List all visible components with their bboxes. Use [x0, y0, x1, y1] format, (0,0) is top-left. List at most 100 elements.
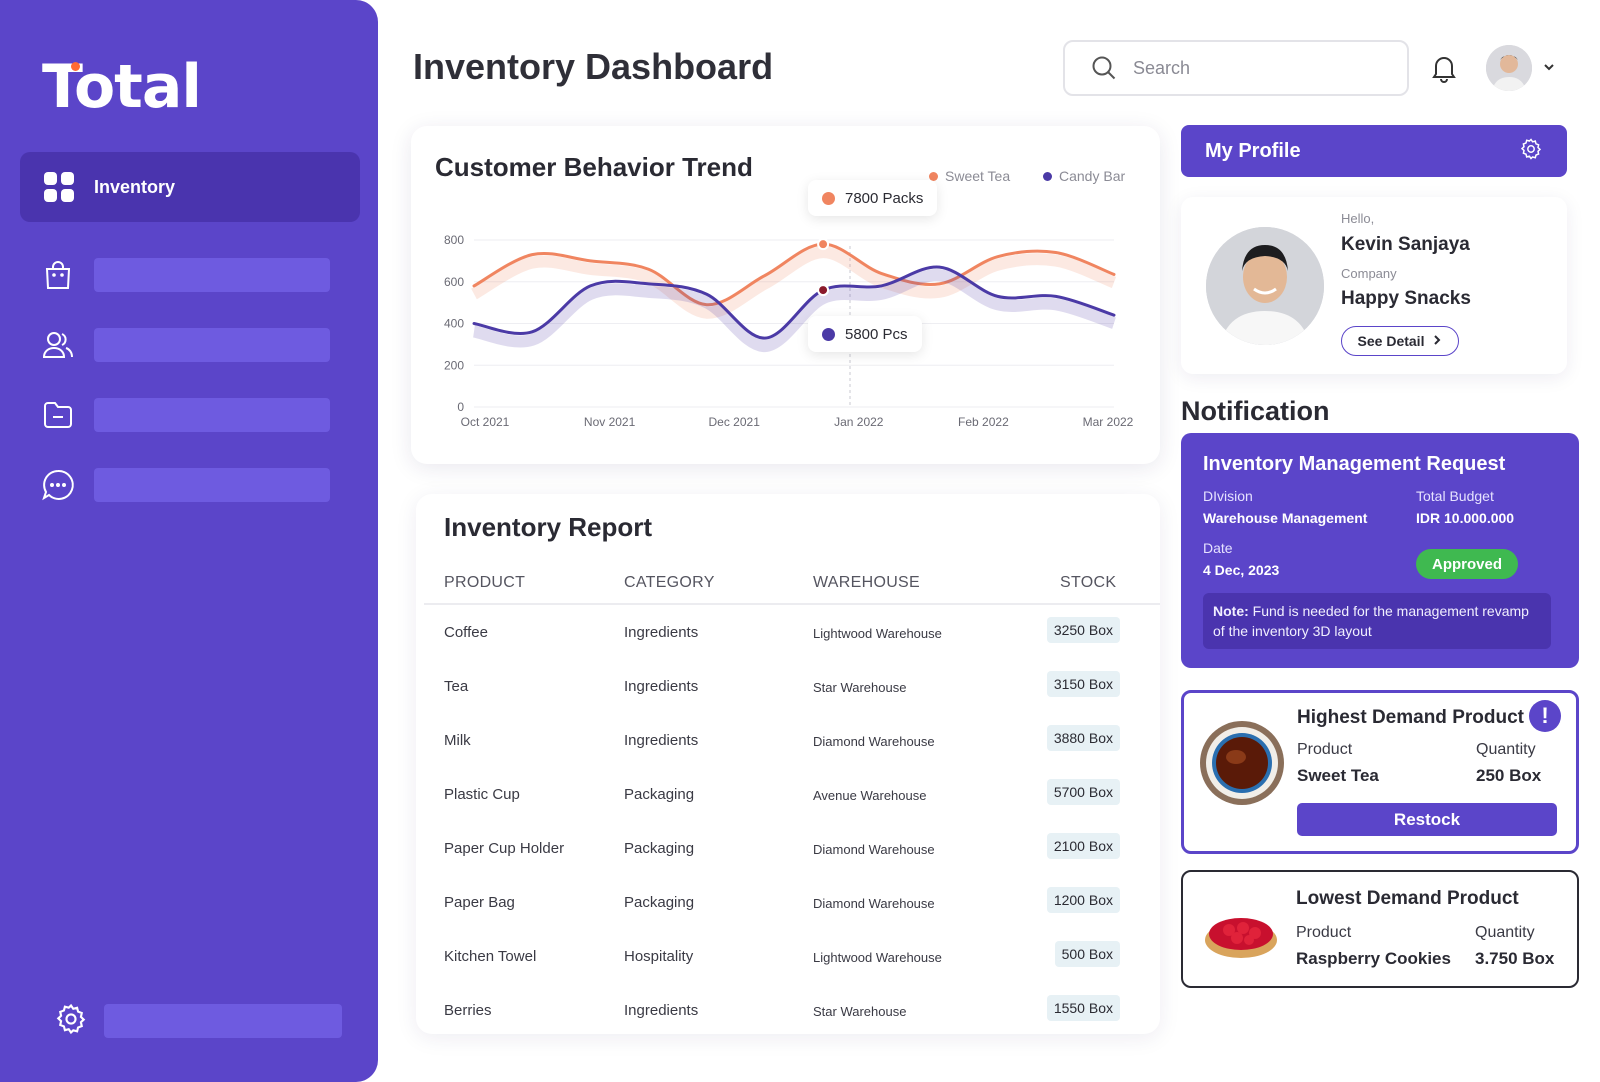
stock-badge: 1550 Box — [1046, 995, 1120, 1021]
table-row[interactable]: Milk Ingredients Diamond Warehouse 3880 Box — [416, 714, 1160, 768]
tooltip-candy-bar: 5800 Pcs — [808, 316, 922, 352]
see-detail-label: See Detail — [1357, 333, 1425, 349]
sidebar-item-folder[interactable] — [40, 395, 332, 435]
hello-label: Hello, — [1341, 211, 1375, 226]
product-label: Product — [1297, 741, 1353, 758]
column-header-category[interactable]: CATEGORY — [624, 574, 715, 592]
sidebar-item-placeholder — [104, 1004, 342, 1038]
product-value: Sweet Tea — [1297, 766, 1379, 785]
division-value: Warehouse Management — [1203, 510, 1368, 526]
tooltip-dot — [822, 327, 835, 341]
product-label: Product — [1296, 924, 1352, 941]
bell-icon[interactable] — [1430, 53, 1458, 83]
highest-demand-card: Highest Demand Product ! Product Sweet T… — [1181, 690, 1579, 854]
gear-icon — [54, 1002, 88, 1041]
date-label: Date — [1203, 540, 1233, 556]
my-profile-header: My Profile — [1181, 125, 1567, 177]
series-glow — [472, 269, 1116, 353]
search-box[interactable] — [1063, 40, 1409, 96]
sidebar-item-settings[interactable] — [54, 1001, 354, 1041]
y-tick-label: 800 — [444, 233, 464, 247]
tooltip-text: 7800 Packs — [845, 189, 924, 207]
category-cell: Packaging — [624, 894, 695, 911]
sweet-tea-image — [1200, 721, 1284, 805]
warehouse-cell: Star Warehouse — [813, 680, 907, 695]
line-chart: 800 600 400 200 0Oct 2021 Nov 2021 Dec 2021 Jan… — [444, 233, 1134, 429]
gear-icon[interactable] — [1519, 137, 1543, 166]
profile-photo — [1206, 227, 1324, 345]
shopping-bag-icon — [40, 257, 76, 293]
raspberry-cookies-image — [1199, 888, 1283, 972]
category-cell: Hospitality — [624, 948, 694, 965]
category-cell: Packaging — [624, 840, 695, 857]
request-note: Note: Fund is needed for the management … — [1203, 593, 1551, 649]
table-row[interactable]: Coffee Ingredients Lightwood Warehouse 3250… — [416, 606, 1160, 660]
sidebar-item-placeholder — [94, 398, 330, 432]
chevron-down-icon[interactable] — [1542, 60, 1556, 74]
y-tick-label: 400 — [444, 317, 464, 331]
date-value: 4 Dec, 2023 — [1203, 562, 1280, 578]
tooltip-text: 5800 Pcs — [845, 325, 908, 343]
company-name: Happy Snacks — [1341, 288, 1471, 309]
table-row[interactable]: Plastic Cup Packaging Avenue Warehouse 5700… — [416, 768, 1160, 822]
x-tick-label: Mar 2022 — [1083, 415, 1134, 429]
table-row[interactable]: Tea Ingredients Star Warehouse 3150 Box — [416, 660, 1160, 714]
budget-label: Total Budget — [1416, 488, 1494, 504]
table-row[interactable]: Paper Cup Holder Packaging Diamond Warehou… — [416, 822, 1160, 876]
y-tick-label: 600 — [444, 275, 464, 289]
chevron-right-icon — [1432, 333, 1442, 349]
quantity-label: Quantity — [1475, 924, 1535, 941]
inventory-request-card[interactable]: Inventory Management Request DIvision Wa… — [1181, 433, 1579, 668]
column-header-warehouse[interactable]: WAREHOUSE — [813, 574, 920, 592]
company-label: Company — [1341, 266, 1397, 281]
sidebar-item-users[interactable] — [40, 325, 332, 365]
lowest-demand-card: Lowest Demand Product Product Raspberry … — [1181, 870, 1579, 988]
quantity-value: 3.750 Box — [1475, 949, 1555, 968]
table-row[interactable]: Berries Ingredients Star Warehouse 1550 Box — [416, 984, 1160, 1038]
search-icon — [1091, 55, 1117, 81]
request-title: Inventory Management Request — [1203, 453, 1506, 475]
column-header-product[interactable]: PRODUCT — [444, 574, 525, 592]
restock-button[interactable]: Restock — [1297, 803, 1557, 836]
tooltip-dot — [822, 191, 835, 205]
quantity-value: 250 Box — [1476, 766, 1542, 785]
search-input[interactable] — [1133, 57, 1393, 79]
sidebar-item-chat[interactable] — [40, 465, 332, 505]
column-header-stock[interactable]: STOCK — [1060, 574, 1116, 592]
profile-title: My Profile — [1205, 139, 1301, 162]
warehouse-cell: Star Warehouse — [813, 1004, 907, 1019]
category-cell: Ingredients — [624, 678, 699, 695]
quantity-label: Quantity — [1476, 741, 1536, 758]
report-title: Inventory Report — [444, 512, 653, 542]
category-cell: Ingredients — [624, 624, 699, 641]
alert-icon: ! — [1529, 700, 1561, 732]
sidebar-item-placeholder — [94, 468, 330, 502]
stock-badge: 2100 Box — [1046, 833, 1120, 859]
tooltip-sweet-tea: 7800 Packs — [808, 180, 938, 216]
logo: Total — [42, 52, 202, 122]
inventory-report-card: Inventory Report PRODUCT CATEGORY WAREHO… — [416, 494, 1160, 1034]
note-text: Fund is needed for the management revamp… — [1213, 603, 1529, 639]
user-name: Kevin Sanjaya — [1341, 234, 1470, 255]
product-cell: Kitchen Towel — [444, 948, 537, 965]
warehouse-cell: Lightwood Warehouse — [813, 626, 942, 641]
y-tick-label: 200 — [444, 358, 464, 372]
product-cell: Paper Bag — [444, 894, 515, 911]
sidebar-item-placeholder — [94, 258, 330, 292]
sidebar: Total Inventory — [0, 0, 378, 1082]
product-cell: Milk — [444, 732, 471, 749]
note-label: Note: — [1213, 603, 1249, 619]
sidebar-item-shopping[interactable] — [40, 255, 332, 295]
sidebar-item-inventory[interactable]: Inventory — [20, 152, 360, 222]
avatar[interactable] — [1486, 45, 1532, 91]
users-icon — [40, 327, 76, 363]
lowest-title: Lowest Demand Product — [1296, 888, 1519, 909]
stock-badge: 3250 Box — [1046, 617, 1120, 643]
see-detail-button[interactable]: See Detail — [1341, 326, 1459, 356]
table-row[interactable]: Kitchen Towel Hospitality Lightwood Wareho… — [416, 930, 1160, 984]
budget-value: IDR 10.000.000 — [1416, 510, 1515, 526]
warehouse-cell: Diamond Warehouse — [813, 842, 935, 857]
table-row[interactable]: Paper Bag Packaging Diamond Warehouse 1200 … — [416, 876, 1160, 930]
grid-icon — [44, 172, 74, 202]
category-cell: Ingredients — [624, 1002, 699, 1019]
